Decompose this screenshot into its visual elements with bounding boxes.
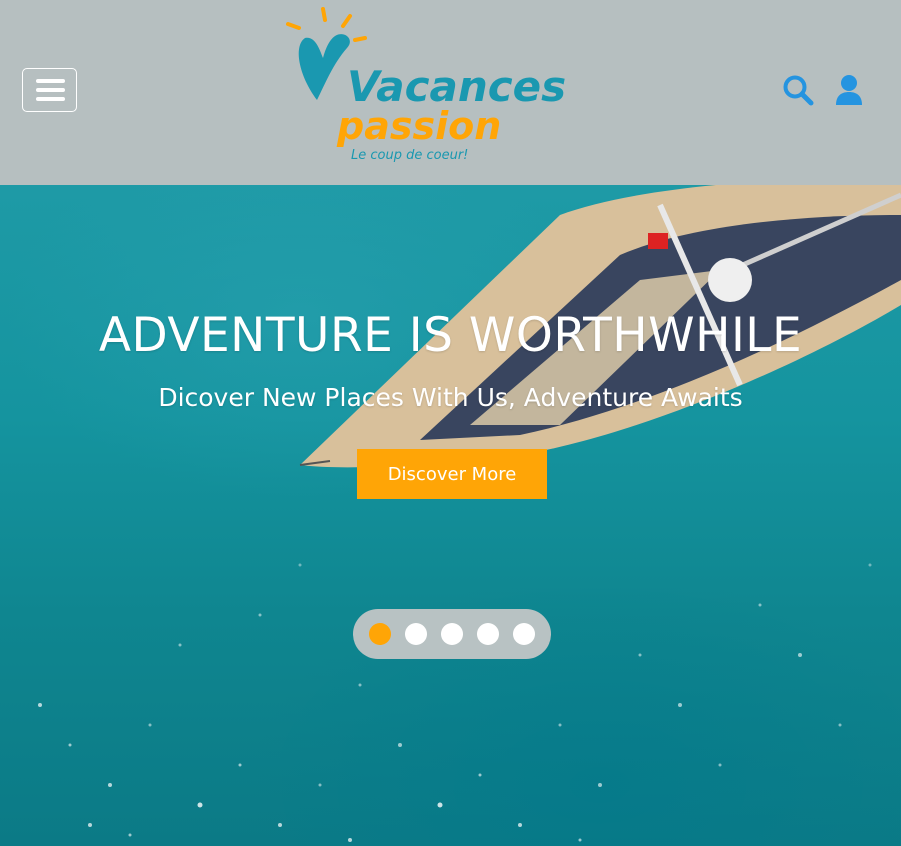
hero-title: ADVENTURE IS WORTHWHILE bbox=[98, 308, 803, 363]
discover-more-button[interactable]: Discover More bbox=[357, 449, 547, 499]
menu-button[interactable] bbox=[22, 68, 77, 112]
logo-tagline: Le coup de coeur! bbox=[351, 148, 468, 163]
carousel-dot-2[interactable] bbox=[405, 623, 427, 645]
logo-graphic: Vacances passion Le coup de coeur! bbox=[286, 7, 566, 163]
user-icon[interactable] bbox=[834, 74, 864, 106]
hero-banner: ADVENTURE IS WORTHWHILE Dicover New Plac… bbox=[0, 185, 901, 846]
carousel-dot-5[interactable] bbox=[513, 623, 535, 645]
hero-subtitle: Dicover New Places With Us, Adventure Aw… bbox=[158, 383, 743, 412]
sailboat-image bbox=[299, 185, 901, 468]
site-logo[interactable]: Vacances passion Le coup de coeur! bbox=[285, 6, 575, 171]
carousel-dot-4[interactable] bbox=[477, 623, 499, 645]
carousel-dot-3[interactable] bbox=[441, 623, 463, 645]
carousel-dot-1[interactable] bbox=[369, 623, 391, 645]
search-icon[interactable] bbox=[782, 74, 814, 106]
site-header: Vacances passion Le coup de coeur! bbox=[0, 0, 901, 185]
logo-brand-line2: passion bbox=[336, 104, 501, 148]
page: Vacances passion Le coup de coeur! ADVEN… bbox=[0, 0, 901, 846]
carousel-pagination bbox=[353, 609, 551, 659]
